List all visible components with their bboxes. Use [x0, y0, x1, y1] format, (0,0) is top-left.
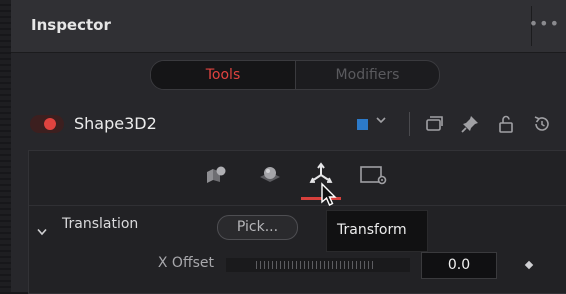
more-dots-icon[interactable]: •••	[529, 14, 560, 33]
material-icon[interactable]	[255, 160, 285, 190]
reset-icon[interactable]	[531, 113, 553, 135]
section-label-translation[interactable]: Translation	[62, 216, 138, 232]
pin-icon[interactable]	[459, 113, 481, 135]
enable-indicator-dot	[44, 118, 56, 130]
node-enable-toggle[interactable]	[30, 115, 64, 133]
color-dropdown-icon[interactable]	[375, 114, 387, 129]
versions-icon[interactable]	[423, 113, 445, 135]
node-header-row: Shape3D2	[11, 100, 566, 148]
mouse-cursor-icon	[321, 182, 337, 206]
tools-modifiers-toggle: Tools Modifiers	[150, 60, 440, 90]
settings-icon[interactable]	[358, 160, 388, 190]
pick-button[interactable]: Pick...	[217, 215, 298, 240]
tabs-divider	[29, 205, 566, 206]
node-color-swatch[interactable]	[357, 119, 368, 130]
panel-title: Inspector	[31, 16, 111, 34]
x-offset-slider[interactable]	[226, 258, 410, 272]
slider-ticks	[256, 261, 376, 269]
inspector-titlebar: Inspector •••	[11, 0, 566, 53]
left-edge-strip	[0, 0, 11, 292]
tab-tools[interactable]: Tools	[151, 61, 296, 89]
inspector-window: Inspector ••• Tools Modifiers Shape3D2 T…	[0, 0, 566, 294]
lock-icon[interactable]	[495, 113, 517, 135]
tooltip-text: Transform	[337, 222, 407, 238]
controls-icon[interactable]	[200, 160, 230, 190]
chevron-down-icon[interactable]	[37, 221, 47, 236]
node-name[interactable]: Shape3D2	[74, 114, 157, 133]
toolbar-divider	[409, 112, 410, 136]
tooltip: Transform	[326, 210, 428, 252]
x-offset-label: X Offset	[157, 255, 214, 271]
tab-modifiers[interactable]: Modifiers	[296, 61, 439, 89]
x-offset-value-field[interactable]: 0.0	[421, 252, 497, 279]
